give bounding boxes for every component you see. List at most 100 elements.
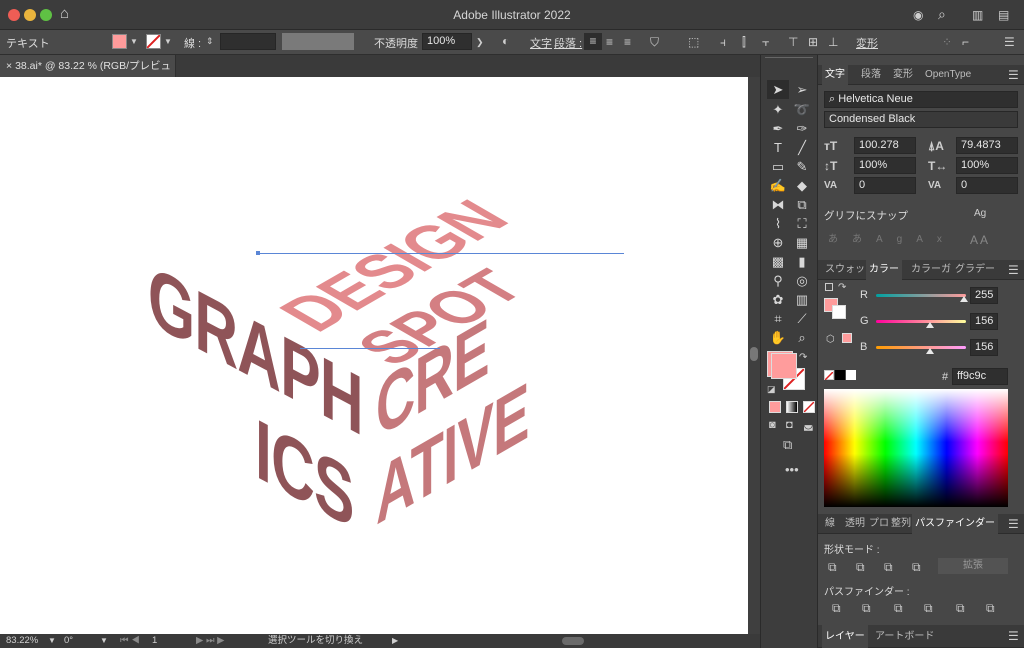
tab-color[interactable]: カラー [866, 260, 902, 280]
draw-inside-icon[interactable]: ◛ [803, 418, 814, 432]
tab-swatches[interactable]: スウォッ [822, 260, 868, 280]
arrange-documents-icon[interactable]: ▤ [998, 8, 1009, 22]
divide-icon[interactable]: ⧉ [832, 601, 841, 615]
rectangle-tool-icon[interactable]: ▭ [767, 157, 789, 176]
close-tab-icon[interactable]: × [6, 60, 15, 72]
crop-icon[interactable]: ⧉ [924, 601, 933, 615]
gradient-mode-button[interactable] [786, 401, 798, 413]
default-colors-icon[interactable] [825, 283, 833, 291]
font-size-field[interactable]: 100.278 [854, 137, 916, 154]
scroll-thumb[interactable] [750, 347, 758, 361]
b-slider[interactable] [876, 346, 966, 349]
draw-behind-icon[interactable]: ◘ [786, 418, 793, 432]
transform-link[interactable]: 変形 [856, 35, 878, 51]
align-vcenter-icon[interactable]: ⊞ [808, 35, 818, 49]
intersect-icon[interactable]: ⧉ [884, 560, 893, 574]
align-bottom-edges-icon[interactable]: ⊥ [828, 35, 838, 49]
next-artboard-icon[interactable]: ▶ ⏭ ▶ [196, 634, 224, 648]
distribute-icon[interactable]: ⁘ [942, 35, 952, 49]
chevron-down-icon[interactable]: ▼ [130, 35, 138, 49]
horizontal-scroll-thumb[interactable] [562, 637, 584, 645]
artwork-group[interactable]: DESIGN SPOT GRAPH ICS CRE ATIVE [0, 77, 748, 634]
font-style-field[interactable]: Condensed Black [824, 111, 1018, 128]
color-mode-button[interactable] [769, 401, 781, 413]
stroke-swatch[interactable] [146, 34, 161, 49]
paragraph-link[interactable]: 段落 : [554, 35, 582, 51]
recolor-icon[interactable]: ◐ [502, 34, 509, 48]
white-color-button[interactable] [846, 370, 856, 380]
panel-stroke-swatch[interactable] [832, 305, 846, 319]
character-link[interactable]: 文字 [530, 35, 552, 51]
font-family-field[interactable]: ⌕ Helvetica Neue [824, 91, 1018, 108]
exclude-icon[interactable]: ⧉ [912, 560, 921, 574]
r-field[interactable]: 255 [970, 287, 998, 304]
symbol-sprayer-tool-icon[interactable]: ✿ [767, 290, 789, 309]
eyedropper-tool-icon[interactable]: ⚲ [767, 271, 789, 290]
tab-opentype[interactable]: OpenType [922, 65, 974, 85]
trim-icon[interactable]: ⧉ [862, 601, 871, 615]
align-center-icon[interactable]: ≡ [606, 35, 613, 49]
none-mode-button[interactable] [803, 401, 815, 413]
shaper-tool-icon[interactable]: ✍ [767, 176, 789, 195]
column-graph-tool-icon[interactable]: ▥ [791, 290, 813, 309]
swap-fill-stroke-icon[interactable]: ↷ [799, 351, 807, 365]
line-tool-icon[interactable]: ╱ [791, 138, 813, 157]
chevron-down-icon[interactable]: ▼ [48, 634, 56, 648]
screen-mode-icon[interactable]: ⧉ [783, 438, 792, 452]
tab-gradient[interactable]: グラデー [952, 260, 998, 280]
first-artboard-icon[interactable]: ⏮ ◀ [120, 634, 140, 648]
color-spectrum[interactable] [824, 389, 1008, 507]
tracking-field[interactable]: 0 [956, 177, 1018, 194]
panel-menu-icon[interactable]: ☰ [1008, 263, 1019, 277]
align-left-icon[interactable]: ≡ [584, 33, 602, 50]
magic-wand-tool-icon[interactable]: ✦ [767, 100, 789, 119]
none-color-button[interactable] [824, 370, 834, 381]
align-right-icon[interactable]: ≡ [624, 35, 631, 49]
leading-field[interactable]: 79.4873 [956, 137, 1018, 154]
swap-icon[interactable]: ↷ [838, 281, 846, 295]
out-of-gamut-icon[interactable]: ⬡ [826, 333, 835, 347]
reflect-tool-icon[interactable]: ⧓ [767, 195, 789, 214]
kerning-field[interactable]: 0 [854, 177, 916, 194]
minus-front-icon[interactable]: ⧉ [856, 560, 865, 574]
scale-tool-icon[interactable]: ⧉ [791, 195, 813, 214]
r-slider[interactable] [876, 294, 966, 297]
align-to-icon[interactable]: ⬚ [688, 35, 699, 49]
hex-field[interactable]: ff9c9c [952, 368, 1008, 385]
gradient-tool-icon[interactable]: ▮ [791, 252, 813, 271]
merge-icon[interactable]: ⧉ [894, 601, 903, 615]
stepper-icon[interactable]: ⇕ [206, 34, 214, 48]
tab-layers[interactable]: レイヤー [822, 625, 868, 648]
tab-artboards[interactable]: アートボード [872, 625, 937, 648]
rotation-value[interactable]: 0° [64, 634, 73, 648]
lasso-tool-icon[interactable]: ➰ [791, 100, 813, 119]
workspace-icon[interactable]: ▥ [972, 8, 983, 22]
panel-menu-icon[interactable]: ☰ [1008, 68, 1019, 82]
tab-pathfinder[interactable]: パスファインダー [912, 514, 998, 534]
eraser-tool-icon[interactable]: ◆ [791, 176, 813, 195]
toolbar-grip[interactable] [765, 57, 813, 60]
snap-angle-icon[interactable]: A A [970, 233, 988, 247]
panel-menu-icon[interactable]: ☰ [1008, 517, 1019, 531]
vertical-scrollbar[interactable] [748, 77, 760, 634]
artboard-canvas[interactable]: DESIGN SPOT GRAPH ICS CRE ATIVE [0, 77, 748, 634]
stroke-profile-field[interactable] [282, 33, 354, 50]
search-icon[interactable]: ⌕ [938, 7, 946, 21]
direct-selection-tool-icon[interactable]: ➢ [791, 80, 813, 99]
chevron-right-icon[interactable]: ▶ [392, 634, 398, 648]
tab-transform[interactable]: 変形 [890, 65, 916, 85]
b-field[interactable]: 156 [970, 339, 998, 356]
horizontal-scale-field[interactable]: 100% [956, 157, 1018, 174]
panel-menu-icon[interactable]: ☰ [1008, 629, 1019, 643]
g-slider-thumb[interactable] [926, 322, 934, 328]
chevron-down-icon[interactable]: ▼ [100, 634, 108, 648]
hand-tool-icon[interactable]: ✋ [767, 328, 789, 347]
align-hcenter-icon[interactable]: ⫿ [742, 35, 746, 49]
anchor-point[interactable] [256, 251, 260, 255]
document-tab[interactable]: × 38.ai* @ 83.22 % (RGB/プレビュー) [0, 55, 176, 94]
artboard-tool-icon[interactable]: ⌗ [767, 309, 789, 328]
tab-paragraph[interactable]: 段落 [858, 65, 884, 85]
snap-options-icons[interactable]: ああAgAx [828, 233, 956, 247]
paintbrush-tool-icon[interactable]: ✎ [791, 157, 813, 176]
fill-swatch[interactable] [112, 34, 127, 49]
